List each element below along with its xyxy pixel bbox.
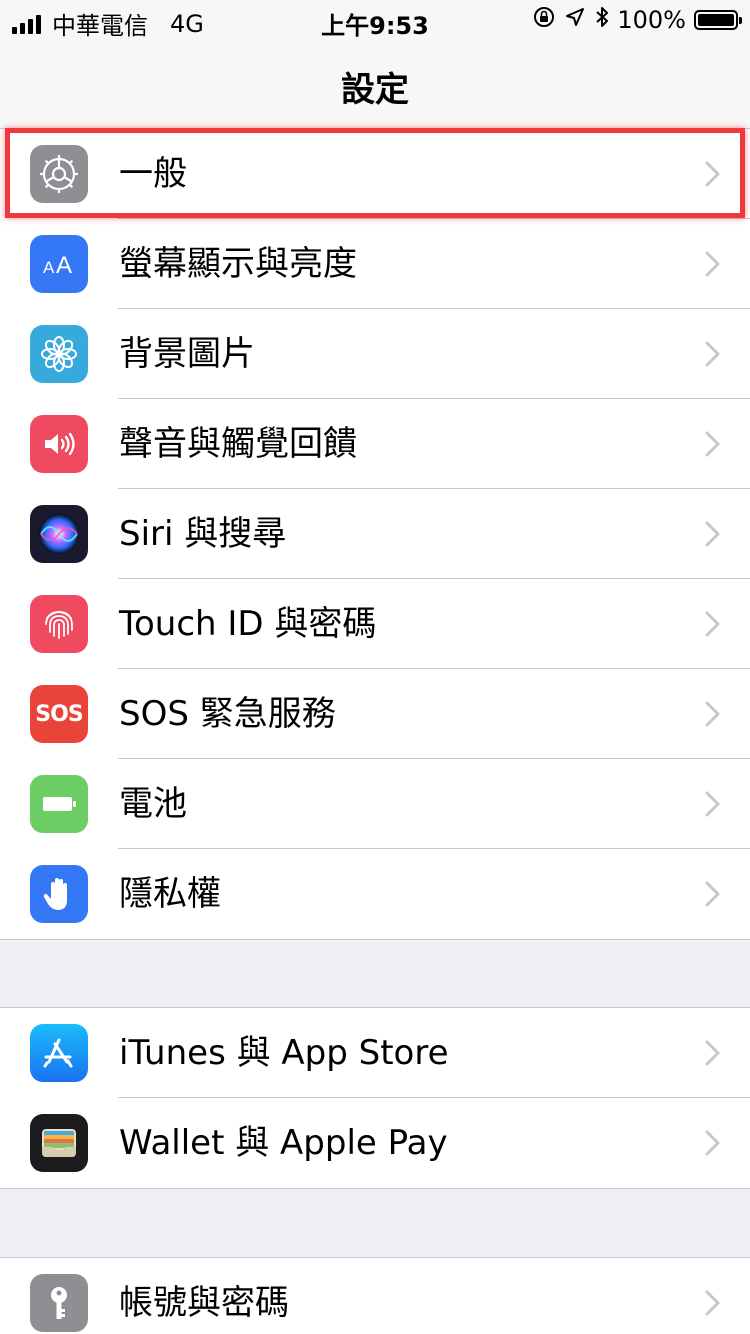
bluetooth-icon xyxy=(595,6,609,34)
row-label: 隱私權 xyxy=(119,874,221,914)
settings-row-touch-id-passcode[interactable]: Touch ID 與密碼 xyxy=(0,579,750,669)
settings-row-general[interactable]: 一般 xyxy=(0,129,750,219)
settings-row-emergency-sos[interactable]: SOS SOS 緊急服務 xyxy=(0,669,750,759)
chevron-right-icon xyxy=(705,611,720,637)
flower-icon xyxy=(30,325,88,383)
settings-row-sounds-haptics[interactable]: 聲音與觸覺回饋 xyxy=(0,399,750,489)
row-label: 電池 xyxy=(119,784,187,824)
gear-icon xyxy=(30,145,88,203)
chevron-right-icon xyxy=(705,1040,720,1066)
settings-row-wallpaper[interactable]: 背景圖片 xyxy=(0,309,750,399)
row-label: 螢幕顯示與亮度 xyxy=(119,244,357,284)
svg-text:A: A xyxy=(43,258,55,277)
chevron-right-icon xyxy=(705,701,720,727)
settings-screen: 中華電信 4G 上午9:53 100% 設定 一般 A A 螢幕顯示與亮度 背景… xyxy=(0,0,750,1334)
sos-icon-text: SOS xyxy=(35,701,83,727)
status-right: 100% xyxy=(523,6,742,34)
location-icon xyxy=(565,7,585,33)
chevron-right-icon xyxy=(705,251,720,277)
battery-icon xyxy=(694,10,742,30)
row-label: 背景圖片 xyxy=(119,334,255,374)
chevron-right-icon xyxy=(705,341,720,367)
row-label: 一般 xyxy=(119,154,187,194)
chevron-right-icon xyxy=(705,161,720,187)
row-label: SOS 緊急服務 xyxy=(119,694,336,734)
settings-row-wallet-apple-pay[interactable]: Wallet 與 Apple Pay xyxy=(0,1098,750,1188)
chevron-right-icon xyxy=(705,1130,720,1156)
svg-text:A: A xyxy=(56,252,72,279)
siri-icon xyxy=(30,505,88,563)
chevron-right-icon xyxy=(705,431,720,457)
chevron-right-icon xyxy=(705,791,720,817)
settings-row-siri-search[interactable]: Siri 與搜尋 xyxy=(0,489,750,579)
settings-group-3: 帳號與密碼 xyxy=(0,1257,750,1334)
chevron-right-icon xyxy=(705,881,720,907)
key-icon xyxy=(30,1274,88,1332)
row-label: Wallet 與 Apple Pay xyxy=(119,1123,448,1163)
row-label: 帳號與密碼 xyxy=(119,1283,289,1323)
sos-icon: SOS xyxy=(30,685,88,743)
navigation-bar: 設定 xyxy=(0,40,750,129)
settings-row-battery[interactable]: 電池 xyxy=(0,759,750,849)
battery-icon xyxy=(30,775,88,833)
wallet-icon xyxy=(30,1114,88,1172)
row-label: Siri 與搜尋 xyxy=(119,514,287,554)
row-label: 聲音與觸覺回饋 xyxy=(119,424,357,464)
app-store-icon xyxy=(30,1024,88,1082)
settings-group-1: 一般 A A 螢幕顯示與亮度 背景圖片 聲音與觸覺回饋 Siri 與搜尋 Tou… xyxy=(0,128,750,940)
settings-row-privacy[interactable]: 隱私權 xyxy=(0,849,750,939)
battery-percentage: 100% xyxy=(617,6,686,34)
speaker-icon xyxy=(30,415,88,473)
settings-group-2: iTunes 與 App Store Wallet 與 Apple Pay xyxy=(0,1007,750,1189)
row-label: iTunes 與 App Store xyxy=(119,1033,449,1073)
hand-icon xyxy=(30,865,88,923)
rotation-lock-icon xyxy=(533,6,555,34)
settings-row-accounts-passwords[interactable]: 帳號與密碼 xyxy=(0,1258,750,1334)
text-size-icon: A A xyxy=(30,235,88,293)
fingerprint-icon xyxy=(30,595,88,653)
row-label: Touch ID 與密碼 xyxy=(119,604,377,644)
settings-row-display-brightness[interactable]: A A 螢幕顯示與亮度 xyxy=(0,219,750,309)
chevron-right-icon xyxy=(705,1290,720,1316)
status-bar: 中華電信 4G 上午9:53 100% xyxy=(0,0,750,40)
settings-row-itunes-app-store[interactable]: iTunes 與 App Store xyxy=(0,1008,750,1098)
chevron-right-icon xyxy=(705,521,720,547)
page-title: 設定 xyxy=(341,70,409,110)
